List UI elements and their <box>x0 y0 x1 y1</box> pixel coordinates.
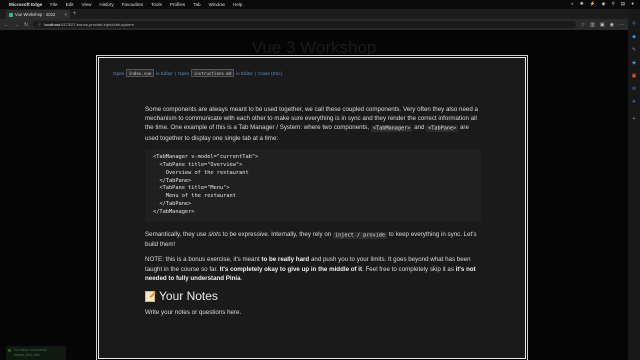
menu-favourites[interactable]: Favourites <box>122 2 143 7</box>
browser-toolbar: ← → ↻ ⓘ localhost:5173/27-bonus-provide-… <box>0 19 628 30</box>
outlook-icon[interactable]: ✉ <box>632 87 636 92</box>
shopping-icon[interactable]: ◆ <box>632 35 636 40</box>
inline-code-tabmanager: <TabManager> <box>370 124 413 132</box>
open-in-editor-bar: Open index.vue in Editor | Open instruct… <box>113 69 282 77</box>
note-text-e: . <box>240 274 243 282</box>
intro-paragraph: Some components are always meant to be u… <box>145 105 481 143</box>
menu-tools[interactable]: Tools <box>151 2 162 7</box>
drop-icon[interactable]: ✈ <box>632 100 636 105</box>
collections-icon[interactable]: ▣ <box>600 22 605 28</box>
tab-title: Vue Workshop · 2022 <box>15 12 56 17</box>
separator-2: | <box>254 70 257 76</box>
control-center-icon[interactable]: ▤ <box>621 1 625 7</box>
add-sidebar-icon[interactable]: + <box>633 117 636 122</box>
browser-tabbar: Vue Workshop · 2022 × + <box>0 9 628 19</box>
open-link-2[interactable]: Open <box>178 71 189 76</box>
back-icon[interactable]: ← <box>4 22 9 28</box>
menu-app-name[interactable]: Microsoft Edge <box>9 2 42 7</box>
note-text-a: NOTE: this is a bonus exercise, it's mea… <box>145 256 260 264</box>
close-button[interactable]: Close (Esc) <box>258 71 282 76</box>
more-icon[interactable]: ⋯ <box>619 22 624 28</box>
tab-close-icon[interactable]: × <box>64 12 67 17</box>
new-tab-icon[interactable]: + <box>73 11 77 17</box>
address-bar[interactable]: ⓘ localhost:5173/27-bonus-provide-inject… <box>33 21 576 28</box>
code-block: <TabManager v-model="currentTab"> <TabPa… <box>145 148 481 223</box>
vue-favicon-icon <box>9 12 13 17</box>
semantics-emphasis: slots <box>208 231 221 239</box>
separator-1: | <box>174 70 177 76</box>
instructions-content: Some components are always meant to be u… <box>145 105 481 317</box>
file-instructions-md[interactable]: instructions.md <box>191 69 235 77</box>
office-icon[interactable]: ▣ <box>632 74 637 79</box>
url-path: :5173/27-bonus-provide-inject-tab-system <box>60 22 134 27</box>
tools-icon[interactable]: ✎ <box>632 48 636 53</box>
menu-edit[interactable]: Edit <box>66 2 74 7</box>
status-icon-3[interactable]: ◉ <box>601 1 605 7</box>
inline-code-tabpane: <TabPane> <box>426 124 459 132</box>
semantics-paragraph: Semantically, they use slots to be expre… <box>145 230 481 249</box>
search-sidebar-icon[interactable]: ⚲ <box>632 22 636 27</box>
status-icons: ◐ ✱ ⚡ ◉ ⚲ ▤ ● <box>571 1 634 7</box>
browser-tab[interactable]: Vue Workshop · 2022 × <box>6 10 70 19</box>
notes-placeholder[interactable]: Write your notes or questions here. <box>145 308 481 317</box>
instructions-modal: Open index.vue in Editor | Open instruct… <box>98 57 526 359</box>
menu-history[interactable]: History <box>99 2 113 7</box>
note-paragraph: NOTE: this is a bonus exercise, it's mea… <box>145 255 481 283</box>
macos-menubar: Microsoft Edge File Edit View History Fa… <box>0 0 640 9</box>
menu-window[interactable]: Window <box>209 2 225 7</box>
memo-icon <box>145 290 155 302</box>
menu-tab[interactable]: Tab <box>193 2 200 7</box>
menu-profiles[interactable]: Profiles <box>170 2 185 7</box>
menu-file[interactable]: File <box>50 2 57 7</box>
in-editor-link-1[interactable]: in Editor <box>156 71 173 76</box>
note-bold-1: to be really hard <box>261 256 310 264</box>
status-icon-2[interactable]: ✱ <box>580 1 584 7</box>
page-content: Vue 3 Workshop Made with ♥ by Eduardo Sa… <box>0 30 628 360</box>
open-link-1[interactable]: Open <box>113 71 124 76</box>
edge-sidebar: ⚲ ◆ ✎ ◈ ▣ ✉ ✈ + <box>628 9 640 360</box>
menu-view[interactable]: View <box>82 2 92 7</box>
in-editor-link-2[interactable]: in Editor <box>236 71 253 76</box>
search-icon[interactable]: ⚲ <box>612 1 615 7</box>
status-icon-1[interactable]: ◐ <box>571 1 574 7</box>
reload-icon[interactable]: ↻ <box>24 22 28 28</box>
toolbar-icons: ☆ ▥ ▣ ◉ ⋯ <box>581 22 624 28</box>
info-icon[interactable]: ⓘ <box>37 22 41 28</box>
favorite-icon[interactable]: ☆ <box>581 22 585 28</box>
semantics-text-b: to be expressive. Internally, they rely … <box>222 231 332 239</box>
inline-code-inject-provide: inject / provide <box>332 231 387 239</box>
note-text-d: . Feel free to completely skip it as <box>362 265 454 273</box>
file-index-vue[interactable]: index.vue <box>126 69 154 77</box>
notes-heading-text: Your Notes <box>159 289 218 304</box>
semantics-text-a: Semantically, they use <box>145 231 207 239</box>
split-screen-icon[interactable]: ▥ <box>590 22 595 28</box>
status-dot-icon <box>8 349 11 352</box>
games-icon[interactable]: ◈ <box>632 61 636 66</box>
toast-line-2: desde otro sitio <box>14 352 40 357</box>
app-menu: Microsoft Edge File Edit View History Fa… <box>9 2 242 7</box>
background-page-title: Vue 3 Workshop <box>251 38 377 57</box>
url-host: localhost <box>44 22 60 27</box>
profile-icon[interactable]: ◉ <box>610 22 614 28</box>
note-bold-2: It's completely okay to give up in the m… <box>219 265 363 273</box>
notification-toast[interactable]: Yo estás conectado desde otro sitio <box>6 346 66 360</box>
menu-help[interactable]: Help <box>233 2 242 7</box>
forward-icon[interactable]: → <box>14 22 19 28</box>
intro-text-b: and <box>414 124 425 132</box>
siri-icon[interactable]: ● <box>631 1 634 7</box>
notes-heading: Your Notes <box>145 289 481 303</box>
battery-icon[interactable]: ⚡ <box>590 1 596 7</box>
